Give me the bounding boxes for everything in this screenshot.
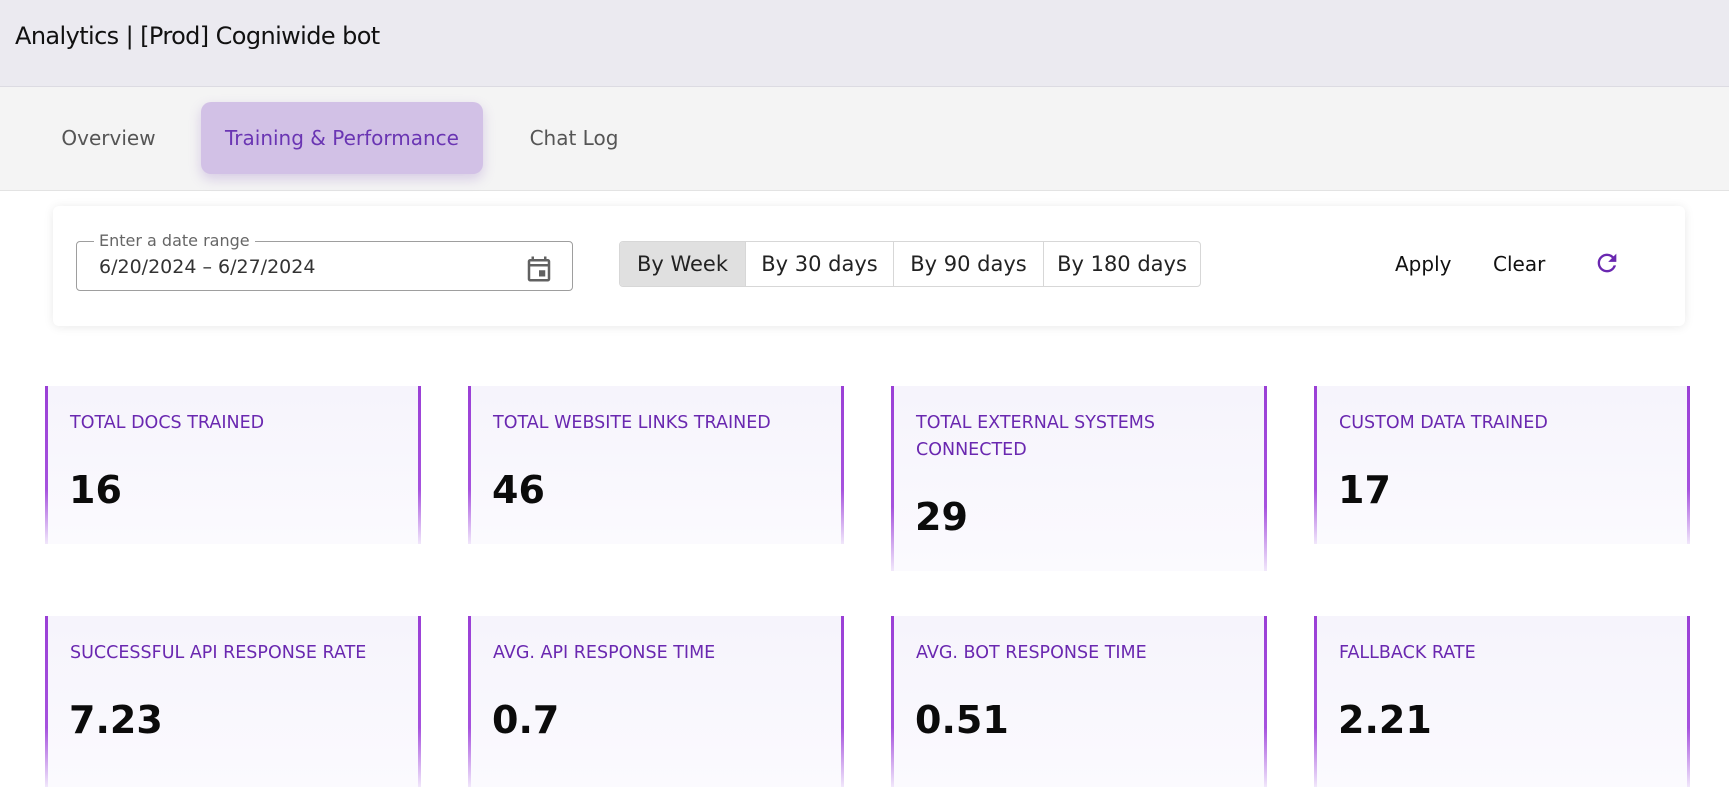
period-by-week[interactable]: By Week xyxy=(620,242,746,286)
stat-value: 16 xyxy=(69,468,122,512)
stat-card-total-website-links-trained: TOTAL WEBSITE LINKS TRAINED 46 xyxy=(468,386,844,544)
tab-chat-log[interactable]: Chat Log xyxy=(509,102,639,174)
page-title: Analytics | [Prod] Cogniwide bot xyxy=(15,22,380,50)
stat-value: 29 xyxy=(915,495,968,539)
tab-overview[interactable]: Overview xyxy=(40,102,177,174)
stat-label: TOTAL WEBSITE LINKS TRAINED xyxy=(493,413,771,433)
period-by-90-days[interactable]: By 90 days xyxy=(894,242,1044,286)
apply-button[interactable]: Apply xyxy=(1395,252,1451,276)
date-range-value: 6/20/2024 – 6/27/2024 xyxy=(99,256,316,278)
stat-label: CUSTOM DATA TRAINED xyxy=(1339,413,1548,433)
stat-card-avg-api-response-time: AVG. API RESPONSE TIME 0.7 xyxy=(468,616,844,787)
stat-label: AVG. BOT RESPONSE TIME xyxy=(916,643,1147,663)
calendar-icon[interactable] xyxy=(524,254,554,284)
tab-training-performance[interactable]: Training & Performance xyxy=(201,102,483,174)
stat-value: 0.7 xyxy=(492,698,560,742)
clear-button[interactable]: Clear xyxy=(1493,252,1545,276)
stat-value: 46 xyxy=(492,468,545,512)
stat-value: 2.21 xyxy=(1338,698,1432,742)
stat-value: 17 xyxy=(1338,468,1391,512)
stat-card-fallback-rate: FALLBACK RATE 2.21 xyxy=(1314,616,1690,787)
stat-value: 7.23 xyxy=(69,698,163,742)
tab-bar: Overview Training & Performance Chat Log xyxy=(0,87,1729,191)
filter-panel: Enter a date range 6/20/2024 – 6/27/2024… xyxy=(53,206,1685,326)
stat-label: TOTAL DOCS TRAINED xyxy=(70,413,265,433)
date-range-input[interactable]: Enter a date range 6/20/2024 – 6/27/2024 xyxy=(76,231,573,291)
stat-label: FALLBACK RATE xyxy=(1339,643,1476,663)
period-by-180-days[interactable]: By 180 days xyxy=(1044,242,1200,286)
stat-card-avg-bot-response-time: AVG. BOT RESPONSE TIME 0.51 xyxy=(891,616,1267,787)
period-toggle-group: By Week By 30 days By 90 days By 180 day… xyxy=(619,241,1201,287)
date-range-label: Enter a date range xyxy=(94,231,255,251)
period-by-30-days[interactable]: By 30 days xyxy=(746,242,894,286)
stat-label: SUCCESSFUL API RESPONSE RATE xyxy=(70,643,367,663)
stat-value: 0.51 xyxy=(915,698,1009,742)
stat-card-successful-api-response-rate: SUCCESSFUL API RESPONSE RATE 7.23 xyxy=(45,616,421,787)
app-header: Analytics | [Prod] Cogniwide bot xyxy=(0,0,1729,87)
stat-card-total-docs-trained: TOTAL DOCS TRAINED 16 xyxy=(45,386,421,544)
refresh-icon[interactable] xyxy=(1593,249,1621,277)
stat-label: TOTAL EXTERNAL SYSTEMS CONNECTED xyxy=(916,413,1155,460)
stat-card-custom-data-trained: CUSTOM DATA TRAINED 17 xyxy=(1314,386,1690,544)
stat-label: AVG. API RESPONSE TIME xyxy=(493,643,716,663)
stat-card-total-external-systems-connected: TOTAL EXTERNAL SYSTEMS CONNECTED 29 xyxy=(891,386,1267,571)
